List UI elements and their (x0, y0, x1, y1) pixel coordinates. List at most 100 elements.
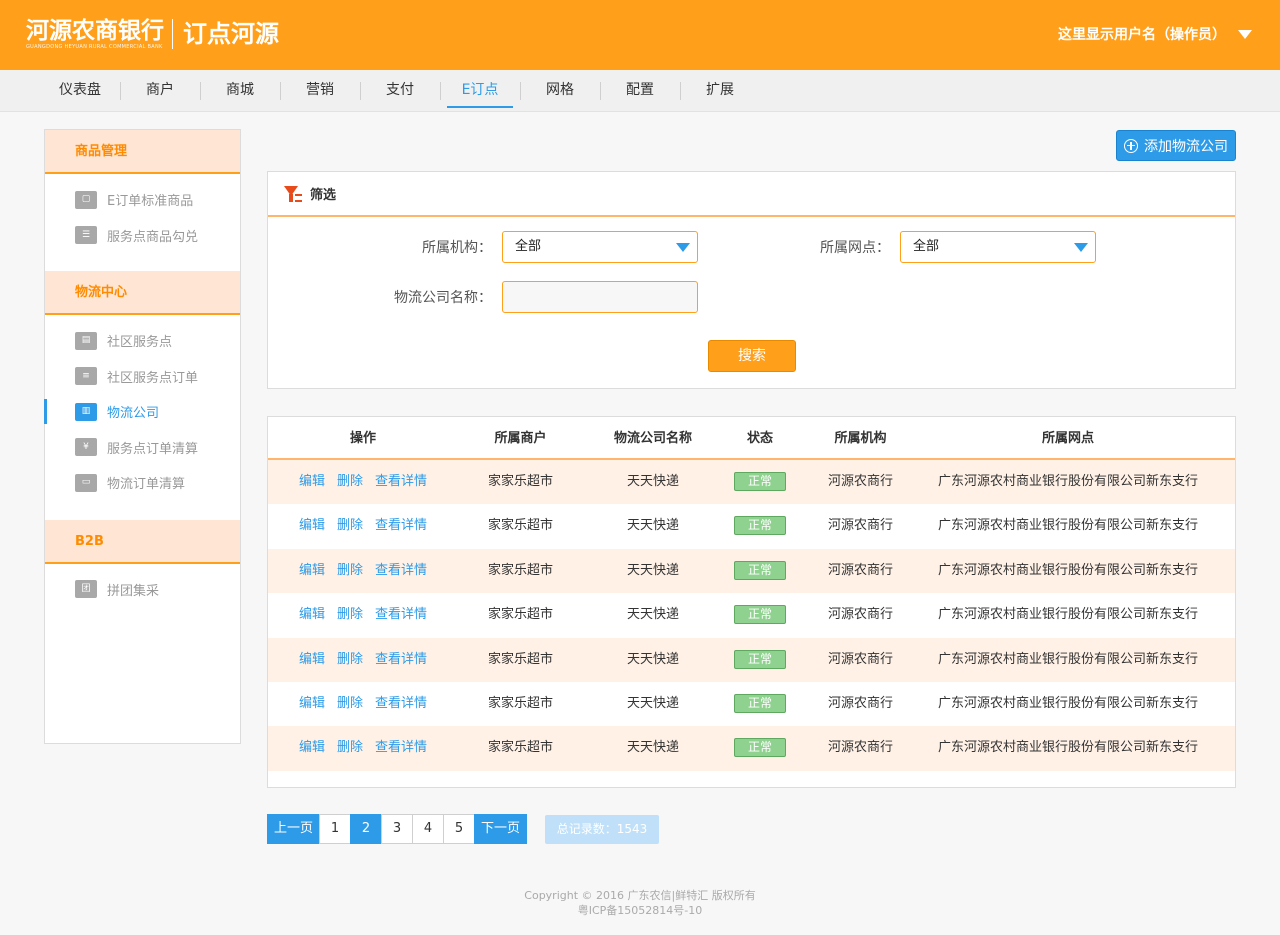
delete-link[interactable]: 删除 (337, 518, 363, 533)
user-menu[interactable]: 这里显示用户名（操作员） (1058, 24, 1252, 44)
cell-org: 河源农商行 (827, 474, 893, 489)
filter-panel: 筛选 所属机构： 全部 所属网点： 全部 物流公司名称： 搜索 (267, 171, 1236, 389)
add-logistics-company-button[interactable]: 添加物流公司 (1116, 130, 1236, 161)
truck-icon: ▭ (75, 473, 97, 492)
view-detail-link[interactable]: 查看详情 (375, 652, 427, 667)
cell-actions: 编辑 删除 查看详情 (288, 682, 438, 726)
nav-divider (120, 82, 121, 100)
view-detail-link[interactable]: 查看详情 (375, 740, 427, 755)
filter-icon (284, 185, 302, 203)
nav-item-dashboard[interactable]: 仪表盘 (49, 70, 111, 112)
prev-page-button[interactable]: 上一页 (267, 814, 320, 844)
nav-item-mall[interactable]: 商城 (216, 70, 264, 112)
page-button-4[interactable]: 4 (412, 814, 444, 844)
edit-link[interactable]: 编辑 (299, 563, 325, 578)
edit-link[interactable]: 编辑 (299, 474, 325, 489)
cell-status: 正常 (723, 460, 797, 504)
delete-link[interactable]: 删除 (337, 563, 363, 578)
dropdown-arrow-icon (676, 243, 690, 252)
nav-item-marketing[interactable]: 营销 (296, 70, 344, 112)
list-icon: ☰ (75, 226, 97, 245)
view-detail-link[interactable]: 查看详情 (375, 474, 427, 489)
edit-link[interactable]: 编辑 (299, 518, 325, 533)
view-detail-link[interactable]: 查看详情 (375, 563, 427, 578)
cell-branch: 广东河源农村商业银行股份有限公司新东支行 (937, 651, 1198, 667)
status-badge: 正常 (734, 560, 786, 580)
nav-item-grid[interactable]: 网格 (536, 70, 584, 112)
sidebar-item-product-match[interactable]: ☰ 服务点商品勾兑 (45, 218, 240, 254)
org-select[interactable]: 全部 (502, 231, 698, 263)
edit-link[interactable]: 编辑 (299, 652, 325, 667)
edit-link[interactable]: 编辑 (299, 607, 325, 622)
page-button-1[interactable]: 1 (319, 814, 351, 844)
sidebar-group-logistics[interactable]: 物流中心 (45, 271, 240, 315)
sidebar: 商品管理 ▢ E订单标准商品 ☰ 服务点商品勾兑 物流中心 ▤ 社区服务点 ≡ … (44, 129, 241, 744)
company-name-input[interactable] (502, 281, 698, 313)
view-detail-link[interactable]: 查看详情 (375, 696, 427, 711)
sidebar-item-label: 物流公司 (107, 406, 160, 422)
nav-divider (200, 82, 201, 100)
cell-actions: 编辑 删除 查看详情 (288, 504, 438, 548)
branch-label: 所属网点： (820, 240, 890, 256)
logistics-table: 操作 所属商户 物流公司名称 状态 所属机构 所属网点 编辑 删除 查看详情 家家乐超… (267, 416, 1236, 788)
sidebar-item-logistics-settlement[interactable]: ▭ 物流订单清算 (45, 465, 240, 501)
status-badge: 正常 (734, 605, 786, 625)
delete-link[interactable]: 删除 (337, 740, 363, 755)
view-detail-link[interactable]: 查看详情 (375, 607, 427, 622)
table-row: 编辑 删除 查看详情 家家乐超市 天天快递 河源农商行 广东河源农村商业银行股份有限公司新东… (268, 548, 1235, 594)
nav-item-extension[interactable]: 扩展 (696, 70, 744, 112)
cell-actions: 编辑 删除 查看详情 (288, 726, 438, 770)
edit-link[interactable]: 编辑 (299, 740, 325, 755)
cell-branch: 广东河源农村商业银行股份有限公司新东支行 (937, 474, 1198, 489)
search-button[interactable]: 搜索 (708, 340, 796, 372)
page-button-2[interactable]: 2 (350, 814, 382, 844)
nav-item-payment[interactable]: 支付 (376, 70, 424, 112)
cell-actions: 编辑 删除 查看详情 (288, 549, 438, 593)
sidebar-item-group-purchase[interactable]: 团 拼团集采 (45, 572, 240, 608)
view-detail-link[interactable]: 查看详情 (375, 518, 427, 533)
delete-link[interactable]: 删除 (337, 652, 363, 667)
nav-item-e-order[interactable]: E订点 (443, 70, 517, 112)
cell-org: 河源农商行 (827, 607, 893, 623)
cell-company: 天天快递 (626, 695, 679, 711)
cell-actions: 编辑 删除 查看详情 (288, 593, 438, 637)
bank-logo[interactable]: 河源农商银行 GUANGDONG HEYUAN RURAL COMMERCIAL… (26, 16, 279, 52)
cell-branch: 广东河源农村商业银行股份有限公司新东支行 (937, 740, 1198, 756)
sidebar-item-logistics-company[interactable]: ▥ 物流公司 (44, 394, 240, 430)
filter-header: 筛选 (268, 172, 1235, 217)
company-name-label: 物流公司名称： (394, 290, 492, 306)
sidebar-item-service-point-order[interactable]: ≡ 社区服务点订单 (45, 359, 240, 395)
table-row: 编辑 删除 查看详情 家家乐超市 天天快递 河源农商行 广东河源农村商业银行股份有限公司新东… (268, 682, 1235, 726)
cell-merchant: 家家乐超市 (487, 474, 553, 489)
cell-company: 天天快递 (626, 607, 679, 623)
nav-item-merchant[interactable]: 商户 (136, 70, 184, 112)
cell-actions: 编辑 删除 查看详情 (288, 460, 438, 504)
edit-link[interactable]: 编辑 (299, 696, 325, 711)
next-page-button[interactable]: 下一页 (474, 814, 527, 844)
table-header: 操作 所属商户 物流公司名称 状态 所属机构 所属网点 (268, 417, 1235, 460)
nav-item-config[interactable]: 配置 (616, 70, 664, 112)
cell-company: 天天快递 (626, 651, 679, 667)
sidebar-item-standard-product[interactable]: ▢ E订单标准商品 (45, 182, 240, 218)
sidebar-group-product[interactable]: 商品管理 (45, 130, 240, 174)
delete-link[interactable]: 删除 (337, 607, 363, 622)
cell-org: 河源农商行 (827, 740, 893, 756)
cell-branch: 广东河源农村商业银行股份有限公司新东支行 (937, 518, 1198, 534)
page-button-5[interactable]: 5 (443, 814, 475, 844)
cell-org: 河源农商行 (827, 695, 893, 711)
branch-select[interactable]: 全部 (900, 231, 1096, 263)
page-button-3[interactable]: 3 (381, 814, 413, 844)
cell-status: 正常 (723, 638, 797, 682)
sidebar-item-label: 社区服务点 (107, 335, 173, 351)
sidebar-item-service-settlement[interactable]: ¥ 服务点订单清算 (45, 430, 240, 466)
cell-merchant: 家家乐超市 (487, 518, 553, 534)
delete-link[interactable]: 删除 (337, 474, 363, 489)
table-row: 编辑 删除 查看详情 家家乐超市 天天快递 河源农商行 广东河源农村商业银行股份有限公司新东… (268, 726, 1235, 771)
column-header-actions: 操作 (349, 431, 376, 446)
status-badge: 正常 (734, 649, 786, 669)
delete-link[interactable]: 删除 (337, 696, 363, 711)
sidebar-item-service-point[interactable]: ▤ 社区服务点 (45, 323, 240, 359)
store-icon: ▤ (75, 331, 97, 350)
sidebar-group-b2b[interactable]: B2B (45, 519, 240, 564)
status-badge: 正常 (734, 738, 786, 758)
